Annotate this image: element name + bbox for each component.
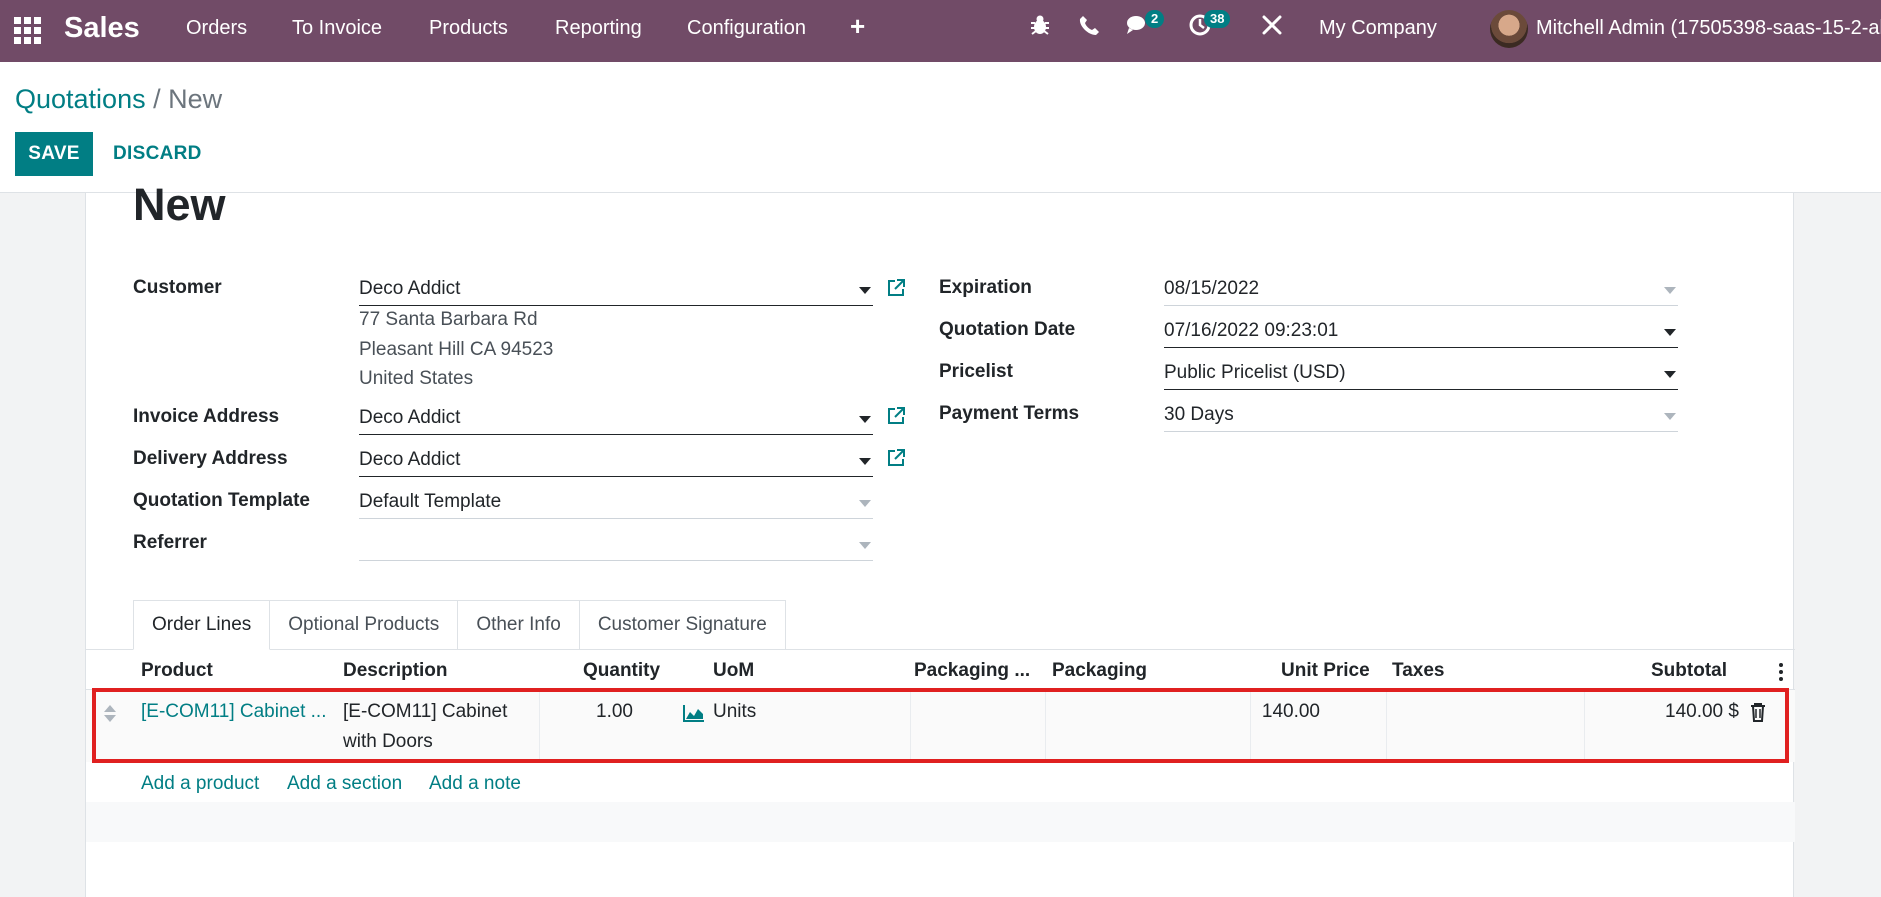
invoice-address-label: Invoice Address	[133, 406, 280, 427]
breadcrumb-separator: /	[145, 84, 169, 114]
col-packaging-qty[interactable]: Packaging ...	[914, 660, 1030, 682]
referrer-field[interactable]	[359, 528, 873, 561]
apps-grid-icon[interactable]	[14, 17, 41, 44]
breadcrumb: Quotations / New	[15, 84, 222, 115]
delivery-address-label: Delivery Address	[133, 448, 288, 469]
table-footer	[86, 802, 1795, 842]
add-note-link[interactable]: Add a note	[429, 773, 521, 795]
chevron-down-icon[interactable]	[1664, 371, 1676, 378]
col-subtotal[interactable]: Subtotal	[1651, 660, 1727, 682]
customer-value: Deco Addict	[359, 278, 461, 299]
company-switcher[interactable]: My Company	[1319, 17, 1437, 40]
chevron-down-icon[interactable]	[859, 458, 871, 465]
expiration-label: Expiration	[939, 277, 1032, 298]
top-navbar: Sales Orders To Invoice Products Reporti…	[0, 0, 1881, 62]
delivery-address-value: Deco Addict	[359, 449, 461, 470]
menu-products[interactable]: Products	[429, 17, 508, 40]
customer-field[interactable]: Deco Addict	[359, 273, 873, 306]
customer-address-line2: Pleasant Hill CA 94523	[359, 339, 554, 360]
menu-reporting[interactable]: Reporting	[555, 17, 642, 40]
pricelist-field[interactable]: Public Pricelist (USD)	[1164, 357, 1678, 390]
chevron-down-icon[interactable]	[859, 542, 871, 549]
row-highlight-box	[92, 688, 1789, 763]
referrer-label: Referrer	[133, 532, 207, 553]
payment-terms-value: 30 Days	[1164, 404, 1234, 425]
form-sheet: New Customer Deco Addict 77 Santa Barbar…	[85, 179, 1795, 897]
chevron-down-icon[interactable]	[1664, 329, 1676, 336]
col-product[interactable]: Product	[141, 660, 213, 682]
breadcrumb-quotations[interactable]: Quotations	[15, 84, 146, 114]
delivery-address-field[interactable]: Deco Addict	[359, 444, 873, 477]
quotation-date-value: 07/16/2022 09:23:01	[1164, 320, 1339, 341]
record-title: New	[133, 179, 226, 230]
menu-orders[interactable]: Orders	[186, 17, 247, 40]
external-link-icon[interactable]	[886, 448, 906, 468]
quotation-date-label: Quotation Date	[939, 319, 1076, 340]
pricelist-label: Pricelist	[939, 361, 1013, 382]
quotation-template-value: Default Template	[359, 491, 502, 512]
external-link-icon[interactable]	[886, 278, 906, 298]
tools-icon[interactable]	[1261, 14, 1283, 43]
chevron-down-icon[interactable]	[859, 287, 871, 294]
app-name[interactable]: Sales	[64, 12, 140, 45]
chevron-down-icon[interactable]	[1664, 287, 1676, 294]
messages-badge: 2	[1145, 10, 1165, 28]
chevron-down-icon[interactable]	[1664, 413, 1676, 420]
tab-order-lines[interactable]: Order Lines	[133, 600, 271, 650]
tab-customer-signature[interactable]: Customer Signature	[579, 600, 786, 650]
expiration-field[interactable]: 08/15/2022	[1164, 273, 1678, 306]
pricelist-value: Public Pricelist (USD)	[1164, 362, 1346, 383]
invoice-address-field[interactable]: Deco Addict	[359, 402, 873, 435]
menu-configuration[interactable]: Configuration	[687, 17, 806, 40]
col-uom[interactable]: UoM	[713, 660, 754, 682]
customer-address-line3: United States	[359, 368, 474, 389]
avatar[interactable]	[1490, 10, 1528, 48]
col-unit-price[interactable]: Unit Price	[1281, 660, 1370, 682]
expiration-value: 08/15/2022	[1164, 278, 1260, 299]
payment-terms-label: Payment Terms	[939, 403, 1080, 424]
col-description[interactable]: Description	[343, 660, 448, 682]
chevron-down-icon[interactable]	[859, 416, 871, 423]
add-section-link[interactable]: Add a section	[287, 773, 402, 795]
customer-label: Customer	[133, 277, 222, 298]
activities-badge: 38	[1204, 10, 1231, 28]
col-packaging[interactable]: Packaging	[1052, 660, 1147, 682]
external-link-icon[interactable]	[886, 406, 906, 426]
customer-address-line1: 77 Santa Barbara Rd	[359, 309, 538, 330]
col-quantity[interactable]: Quantity	[583, 660, 660, 682]
quotation-template-label: Quotation Template	[133, 490, 310, 511]
phone-icon[interactable]	[1079, 14, 1099, 42]
chevron-down-icon[interactable]	[859, 500, 871, 507]
plus-icon[interactable]: +	[850, 12, 865, 40]
add-product-link[interactable]: Add a product	[141, 773, 259, 795]
invoice-address-value: Deco Addict	[359, 407, 461, 428]
discard-button[interactable]: DISCARD	[101, 132, 214, 176]
col-taxes[interactable]: Taxes	[1392, 660, 1444, 682]
tab-optional-products[interactable]: Optional Products	[270, 600, 459, 650]
breadcrumb-current: New	[168, 84, 223, 114]
tab-other-info[interactable]: Other Info	[458, 600, 580, 650]
user-menu[interactable]: Mitchell Admin (17505398-saas-15-2-all	[1536, 17, 1881, 40]
quotation-date-field[interactable]: 07/16/2022 09:23:01	[1164, 315, 1678, 348]
menu-to-invoice[interactable]: To Invoice	[292, 17, 382, 40]
payment-terms-field[interactable]: 30 Days	[1164, 399, 1678, 432]
bug-icon[interactable]	[1030, 14, 1050, 43]
save-button[interactable]: SAVE	[15, 132, 93, 176]
quotation-template-field[interactable]: Default Template	[359, 486, 873, 519]
notebook-tabs: Order Lines Optional Products Other Info…	[133, 600, 786, 650]
kebab-menu-icon[interactable]	[1779, 663, 1783, 684]
control-panel: Quotations / New SAVE DISCARD	[0, 62, 1881, 193]
